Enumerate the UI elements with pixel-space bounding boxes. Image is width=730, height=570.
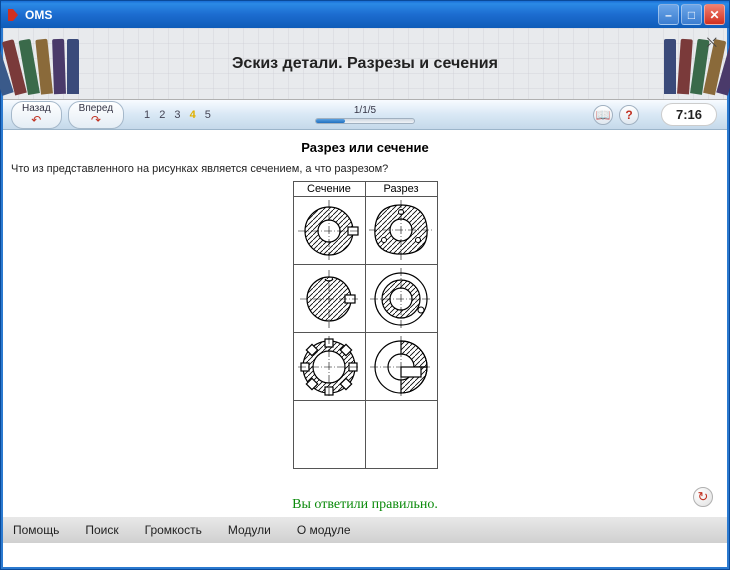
question-text: Что из представленного на рисунках являе… — [11, 163, 719, 175]
menu-search[interactable]: Поиск — [85, 523, 118, 537]
window-title: OMS — [25, 8, 658, 22]
content-area: Разрез или сечение Что из представленног… — [3, 130, 727, 517]
progress: 1/1/5 — [315, 105, 415, 124]
col-cut-header: Разрез — [365, 182, 437, 197]
cell-b1[interactable] — [365, 197, 437, 265]
reload-icon: ↻ — [698, 489, 709, 505]
menu-about[interactable]: О модуле — [297, 523, 351, 537]
drawing-cut-1 — [367, 200, 435, 262]
cell-a3[interactable] — [293, 333, 365, 401]
drawing-cut-2 — [370, 268, 432, 330]
client-area: Эскиз детали. Разрезы и сечения ⛌ Назад … — [1, 28, 729, 569]
cell-a4[interactable] — [293, 401, 365, 469]
reload-button[interactable]: ↻ — [693, 487, 713, 507]
app-icon — [5, 7, 21, 23]
toolbar: Назад ↶ Вперед ↷ 1 2 3 4 5 1/1/5 📖 ? — [3, 100, 727, 130]
cell-a2[interactable] — [293, 265, 365, 333]
progress-label: 1/1/5 — [354, 105, 376, 116]
step-indicator: 1 2 3 4 5 — [144, 109, 214, 121]
forward-label: Вперед — [79, 104, 113, 114]
maximize-button[interactable]: □ — [681, 4, 702, 25]
header: Эскиз детали. Разрезы и сечения ⛌ — [3, 28, 727, 100]
cell-b3[interactable] — [365, 333, 437, 401]
progress-bar[interactable] — [315, 118, 415, 124]
book-icon[interactable]: 📖 — [593, 105, 613, 125]
arrow-left-icon: ↶ — [31, 114, 41, 126]
menu-volume[interactable]: Громкость — [145, 523, 202, 537]
question-title: Разрез или сечение — [11, 140, 719, 155]
drawing-section-1 — [298, 200, 360, 262]
step-5[interactable]: 5 — [205, 109, 214, 121]
header-close-icon[interactable]: ⛌ — [707, 34, 717, 51]
help-icon[interactable]: ? — [619, 105, 639, 125]
menu-modules[interactable]: Модули — [228, 523, 271, 537]
toolbar-icons: 📖 ? — [593, 105, 639, 125]
drawing-section-3 — [298, 336, 360, 398]
cell-b4[interactable] — [365, 401, 437, 469]
back-label: Назад — [22, 104, 51, 114]
header-title: Эскиз детали. Разрезы и сечения — [232, 55, 498, 73]
menu-help[interactable]: Помощь — [13, 523, 59, 537]
drawing-section-2 — [298, 268, 360, 330]
books-left-decoration — [3, 39, 103, 99]
minimize-button[interactable]: – — [658, 4, 679, 25]
window-controls: – □ ✕ — [658, 4, 725, 25]
step-2[interactable]: 2 — [159, 109, 168, 121]
forward-button[interactable]: Вперед ↷ — [68, 101, 124, 129]
drawing-cut-3 — [370, 336, 432, 398]
clock: 7:16 — [661, 103, 717, 126]
feedback-text: Вы ответили правильно. — [11, 497, 719, 513]
bottom-menu: Помощь Поиск Громкость Модули О модуле — [3, 517, 727, 543]
step-3[interactable]: 3 — [174, 109, 183, 121]
arrow-right-icon: ↷ — [91, 114, 101, 126]
progress-fill — [316, 119, 345, 123]
cell-b2[interactable] — [365, 265, 437, 333]
titlebar: OMS – □ ✕ — [1, 1, 729, 28]
step-4[interactable]: 4 — [190, 109, 199, 121]
cell-a1[interactable] — [293, 197, 365, 265]
step-1[interactable]: 1 — [144, 109, 153, 121]
back-button[interactable]: Назад ↶ — [11, 101, 62, 129]
col-section-header: Сечение — [293, 182, 365, 197]
close-button[interactable]: ✕ — [704, 4, 725, 25]
answer-table: Сечение Разрез — [293, 181, 438, 469]
app-window: OMS – □ ✕ Эскиз детали. Разрезы и сечени… — [0, 0, 730, 570]
